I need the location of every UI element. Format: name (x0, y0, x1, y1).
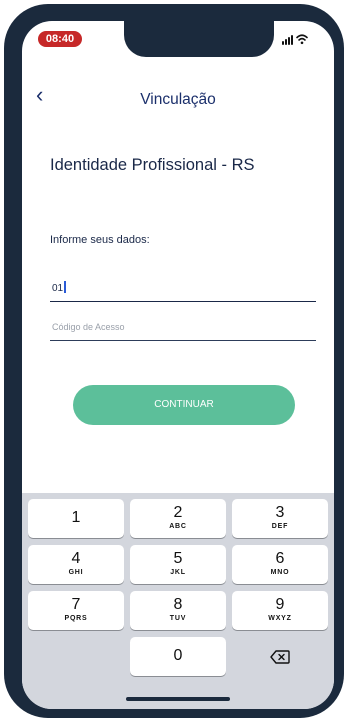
device-notch (124, 21, 274, 57)
phone-frame: 08:40 ‹ Vinculação Identidade Profission… (4, 4, 344, 718)
id-input[interactable]: 01 (50, 277, 316, 302)
signal-icon (282, 35, 293, 45)
key-2[interactable]: 2 ABC (130, 499, 226, 538)
key-8[interactable]: 8 TUV (130, 591, 226, 630)
key-1[interactable]: 1 (28, 499, 124, 538)
key-4[interactable]: 4 GHI (28, 545, 124, 584)
key-6[interactable]: 6 MNO (232, 545, 328, 584)
backspace-icon (270, 649, 290, 664)
home-indicator (126, 697, 230, 701)
id-input-value: 01 (52, 283, 64, 294)
wifi-icon (296, 34, 308, 45)
access-code-placeholder: Código de Acesso (52, 322, 125, 332)
key-0[interactable]: 0 (130, 637, 226, 676)
key-9[interactable]: 9 WXYZ (232, 591, 328, 630)
form-label: Informe seus dados: (50, 234, 150, 246)
numeric-keypad: 1 2 ABC 3 DEF 4 GHI 5 JKL 6 MNO 7 PQRS 8… (22, 493, 334, 709)
status-time: 08:40 (38, 31, 82, 47)
key-5[interactable]: 5 JKL (130, 545, 226, 584)
section-heading: Identidade Profissional - RS (50, 156, 255, 174)
app-screen: 08:40 ‹ Vinculação Identidade Profission… (22, 21, 334, 709)
access-code-input[interactable]: Código de Acesso (50, 316, 316, 341)
key-3[interactable]: 3 DEF (232, 499, 328, 538)
text-caret (64, 281, 66, 293)
status-icons (282, 33, 308, 45)
continue-button[interactable]: CONTINUAR (73, 385, 295, 425)
page-title: Vinculação (140, 91, 216, 108)
key-7[interactable]: 7 PQRS (28, 591, 124, 630)
delete-key[interactable] (232, 637, 328, 676)
